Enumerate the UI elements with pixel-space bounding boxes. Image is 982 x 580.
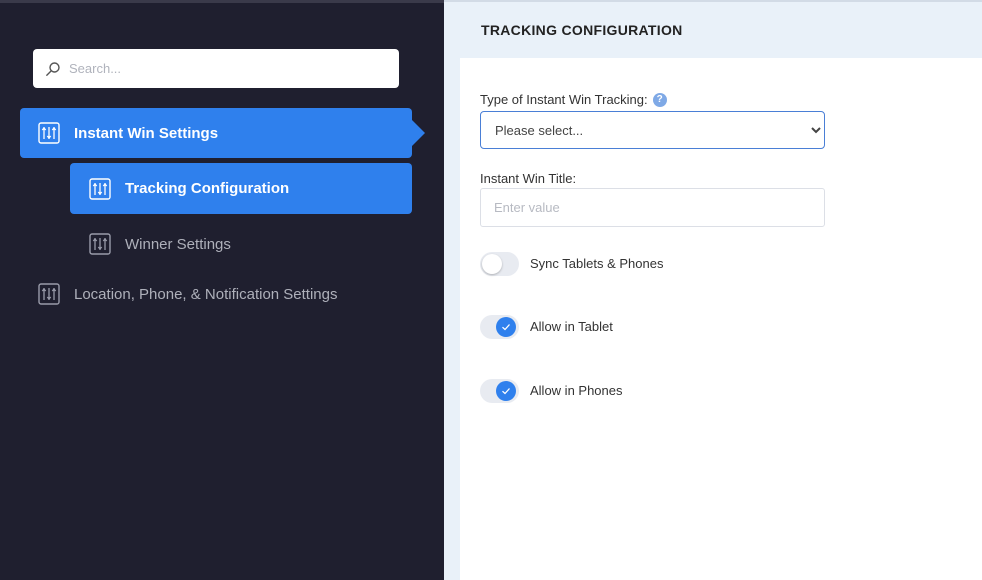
instant-win-title-input[interactable] — [480, 188, 825, 227]
help-icon[interactable]: ? — [652, 92, 667, 107]
allow-in-phones-toggle[interactable] — [480, 379, 519, 403]
search-box[interactable] — [33, 49, 399, 88]
toggle-knob — [496, 381, 516, 401]
sync-tablets-phones-label: Sync Tablets & Phones — [530, 256, 664, 271]
sidebar: Instant Win Settings Tracking Configurat… — [0, 0, 444, 580]
sidebar-item-tracking-configuration[interactable]: Tracking Configuration — [70, 163, 412, 214]
sidebar-item-label: Location, Phone, & Notification Settings — [74, 285, 338, 303]
toggle-knob — [482, 254, 502, 274]
form-panel: Type of Instant Win Tracking: ? Please s… — [460, 58, 982, 580]
sliders-icon — [89, 233, 111, 255]
sidebar-item-label: Tracking Configuration — [125, 180, 290, 197]
check-icon — [502, 324, 510, 331]
search-icon — [46, 61, 60, 76]
sidebar-item-label: Winner Settings — [125, 235, 231, 253]
sidebar-item-instant-win-settings[interactable]: Instant Win Settings — [20, 108, 425, 158]
tracking-type-label: Type of Instant Win Tracking: ? — [480, 92, 667, 107]
page-title: TRACKING CONFIGURATION — [481, 22, 683, 38]
tracking-type-label-text: Type of Instant Win Tracking: — [480, 92, 648, 107]
main-content: TRACKING CONFIGURATION Type of Instant W… — [444, 0, 982, 580]
allow-in-tablet-toggle[interactable] — [480, 315, 519, 339]
sliders-icon — [38, 283, 60, 305]
page-header: TRACKING CONFIGURATION — [444, 0, 982, 58]
sidebar-item-winner-settings[interactable]: Winner Settings — [70, 231, 412, 257]
check-icon — [502, 388, 510, 395]
tracking-type-select[interactable]: Please select... — [480, 111, 825, 149]
allow-in-tablet-label: Allow in Tablet — [530, 319, 613, 334]
allow-in-phones-label: Allow in Phones — [530, 383, 623, 398]
sidebar-item-label: Instant Win Settings — [74, 124, 219, 142]
sidebar-item-location-phone-notification[interactable]: Location, Phone, & Notification Settings — [20, 281, 420, 307]
instant-win-title-label: Instant Win Title: — [480, 171, 577, 186]
sync-tablets-phones-toggle[interactable] — [480, 252, 519, 276]
toggle-knob — [496, 317, 516, 337]
search-input[interactable] — [69, 61, 369, 76]
sliders-icon — [89, 177, 111, 200]
sliders-icon — [38, 122, 60, 144]
